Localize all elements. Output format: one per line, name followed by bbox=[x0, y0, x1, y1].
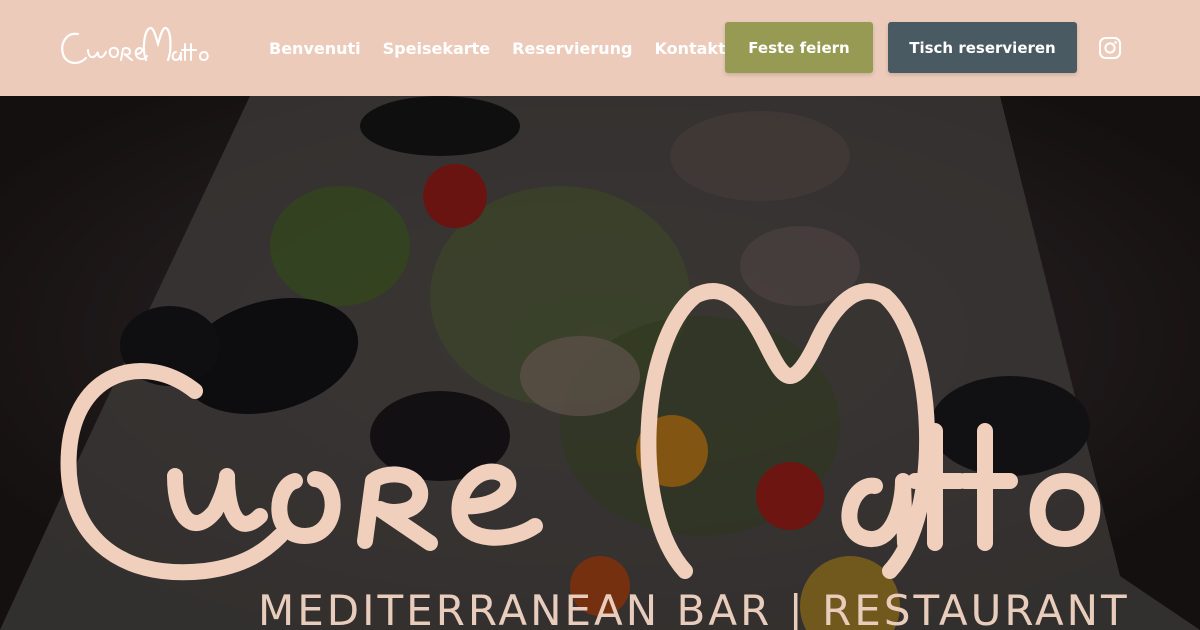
nav-item-reservierung[interactable]: Reservierung bbox=[512, 39, 632, 58]
nav-item-speisekarte[interactable]: Speisekarte bbox=[383, 39, 491, 58]
tisch-reservieren-button[interactable]: Tisch reservieren bbox=[888, 22, 1077, 73]
logo-small[interactable] bbox=[58, 22, 213, 72]
main-nav: Benvenuti Speisekarte Reservierung Konta… bbox=[269, 36, 726, 60]
hero-subtitle: MEDITERRANEAN BAR | RESTAURANT bbox=[258, 586, 1130, 630]
site-header: Benvenuti Speisekarte Reservierung Konta… bbox=[0, 0, 1200, 96]
instagram-icon[interactable] bbox=[1098, 36, 1122, 60]
hero-logo bbox=[60, 283, 1101, 581]
nav-item-kontakt[interactable]: Kontakt bbox=[654, 39, 725, 58]
nav-item-benvenuti[interactable]: Benvenuti bbox=[269, 39, 361, 58]
hero-section: MEDITERRANEAN BAR | RESTAURANT bbox=[0, 96, 1200, 630]
feste-feiern-button[interactable]: Feste feiern bbox=[725, 22, 873, 73]
